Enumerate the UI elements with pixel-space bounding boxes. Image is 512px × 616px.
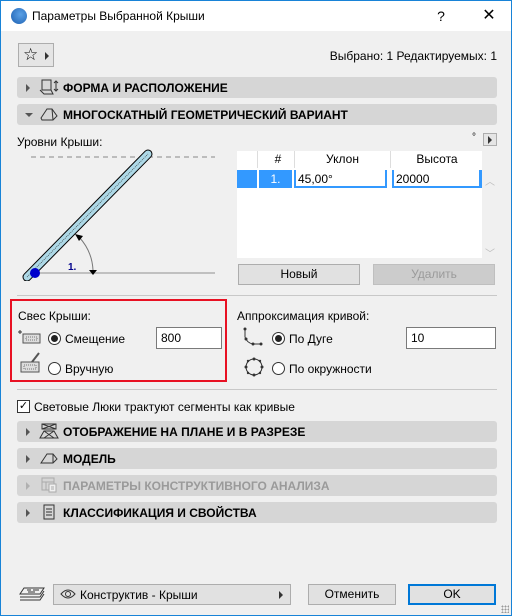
expand-arrow-icon [26,455,30,463]
manual-radio[interactable] [48,362,61,375]
chevron-right-icon [488,136,492,144]
star-icon: ☆ [23,45,39,64]
panel-classification-properties[interactable]: КЛАССИФИКАЦИЯ И СВОЙСТВА [17,502,497,523]
favorites-button[interactable]: ☆ [18,43,54,67]
pitch-cell[interactable]: 45,00° [294,170,387,188]
panel-label: ПАРАМЕТРЫ КОНСТРУКТИВНОГО АНАЛИЗА [63,479,330,493]
help-button[interactable]: ? [431,6,451,26]
ok-button[interactable]: OK [408,584,496,605]
level-number-label: 1. [68,262,77,273]
layer-name: Конструктив - Крыши [80,588,198,602]
circle-segments-icon [244,357,264,377]
roof-levels-options-button[interactable] [483,133,497,146]
row-number: 1. [259,170,292,188]
offset-overhang-icon [18,330,41,344]
expand-arrow-icon [26,428,30,436]
overhang-offset-input[interactable]: 800 [156,327,222,349]
archicad-logo-icon [11,8,27,24]
table-row[interactable]: 1. 45,00° 20000 [237,170,482,188]
panel-label: МОДЕЛЬ [63,452,116,466]
by-arc-label: По Дуге [289,332,333,346]
title-bar: Параметры Выбранной Крыши ? ✕ [1,1,511,31]
panel-shape-position[interactable]: ФОРМА И РАСПОЛОЖЕНИЕ [17,77,497,98]
structural-analysis-icon [41,477,57,493]
expand-arrow-icon [26,482,30,490]
height-cell[interactable]: 20000 [392,170,482,188]
delete-level-button[interactable]: Удалить [373,264,495,285]
pitch-angle-arc [78,236,94,271]
roof-levels-table: # Уклон Высота 1. 45,00° 20000 [237,151,482,258]
panel-label: ФОРМА И РАСПОЛОЖЕНИЕ [63,81,228,95]
panel-model[interactable]: МОДЕЛЬ [17,448,497,469]
model-icon [40,453,58,464]
eaves-overhang-label: Свес Крыши: [18,309,91,323]
scroll-down-icon[interactable]: ﹀ [485,245,495,260]
panel-label: ОТОБРАЖЕНИЕ НА ПЛАНЕ И В РАЗРЕЗЕ [63,425,306,439]
floor-plan-section-icon [39,423,59,439]
offset-radio[interactable] [48,332,61,345]
row-selector[interactable] [237,170,257,188]
pivot-point [30,268,40,278]
expand-arrow-icon [26,509,30,517]
collapse-arrow-icon [25,113,33,117]
layer-dropdown[interactable]: Конструктив - Крыши [53,584,291,605]
panel-floor-plan-section[interactable]: ОТОБРАЖЕНИЕ НА ПЛАНЕ И В РАЗРЕЗЕ [17,421,497,442]
cancel-button[interactable]: Отменить [308,584,396,605]
scroll-up-icon[interactable]: ︿ [485,173,495,188]
degree-unit-indicator: ° [472,132,476,143]
by-circle-label: По окружности [289,362,372,376]
window-title: Параметры Выбранной Крыши [32,9,205,23]
curve-approximation-label: Аппроксимация кривой: [237,309,370,323]
divider [17,295,497,296]
column-header-pitch[interactable]: Уклон [294,151,390,168]
column-header-height[interactable]: Высота [390,151,483,168]
skylights-curves-label: Световые Люки трактуют сегменты как крив… [34,400,295,414]
panel-structural-analysis: ПАРАМЕТРЫ КОНСТРУКТИВНОГО АНАЛИЗА [17,475,497,496]
column-header-number[interactable]: # [257,151,298,168]
chevron-right-icon [45,52,49,60]
layer-icon [19,587,45,601]
resize-grip[interactable] [501,605,509,613]
classification-icon [43,504,55,520]
eye-icon [60,589,76,599]
shape-position-icon [39,79,59,95]
manual-overhang-icon [20,352,40,373]
multi-plane-roof-icon [40,108,58,121]
selection-count: Выбрано: 1 Редактируемых: 1 [329,49,497,63]
roof-settings-dialog: Параметры Выбранной Крыши ? ✕ ☆ Выбрано:… [0,0,512,616]
by-arc-radio[interactable] [272,332,285,345]
divider [17,389,497,390]
offset-label: Смещение [65,332,126,346]
panel-label: КЛАССИФИКАЦИЯ И СВОЙСТВА [63,506,257,520]
skylights-curves-checkbox[interactable]: ✓ [17,400,30,413]
panel-label: МНОГОСКАТНЫЙ ГЕОМЕТРИЧЕСКИЙ ВАРИАНТ [63,108,348,122]
curve-segments-input[interactable]: 10 [406,327,496,349]
panel-multi-plane-roof[interactable]: МНОГОСКАТНЫЙ ГЕОМЕТРИЧЕСКИЙ ВАРИАНТ [17,104,497,125]
arc-segments-icon [243,327,263,346]
new-level-button[interactable]: Новый [238,264,360,285]
manual-label: Вручную [65,362,114,376]
by-circle-radio[interactable] [272,362,285,375]
roof-level-diagram: 1. [22,149,215,281]
chevron-right-icon [279,591,283,599]
close-button[interactable]: ✕ [479,6,499,26]
expand-arrow-icon [26,84,30,92]
